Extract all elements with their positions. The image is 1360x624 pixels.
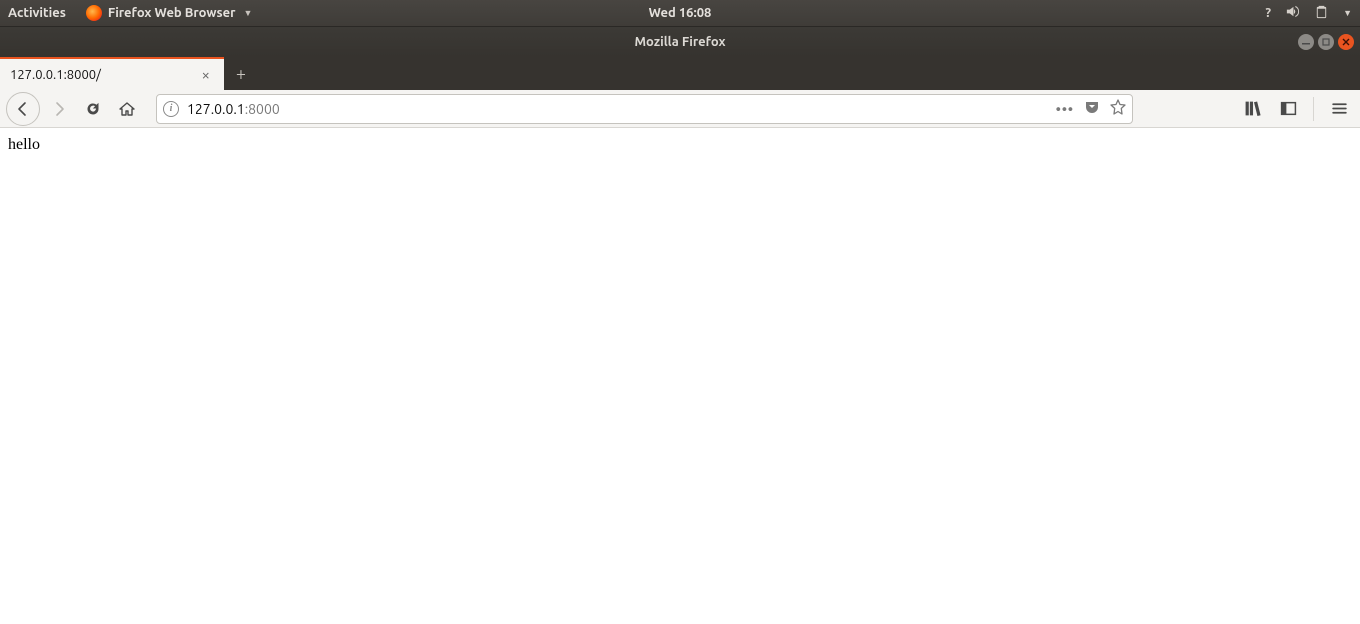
activities-button[interactable]: Activities: [8, 6, 66, 20]
bookmark-star-icon[interactable]: [1110, 99, 1126, 118]
volume-icon[interactable]: [1285, 4, 1300, 22]
clock[interactable]: Wed 16:08: [649, 6, 712, 20]
close-button[interactable]: [1338, 34, 1354, 50]
pocket-icon[interactable]: [1084, 99, 1100, 118]
url-bar[interactable]: i 127.0.0.1:8000 •••: [156, 94, 1133, 124]
maximize-button[interactable]: [1318, 34, 1334, 50]
library-button[interactable]: [1237, 94, 1267, 124]
app-menu[interactable]: Firefox Web Browser ▼: [80, 3, 259, 23]
help-icon[interactable]: ?: [1265, 6, 1271, 20]
chevron-down-icon: ▼: [244, 8, 253, 18]
page-body-text: hello: [8, 136, 40, 153]
browser-tab[interactable]: 127.0.0.1:8000/ ×: [0, 57, 224, 90]
tab-bar: 127.0.0.1:8000/ × +: [0, 56, 1360, 90]
url-host: 127.0.0.1: [187, 101, 245, 117]
toolbar-separator: [1313, 97, 1314, 121]
back-button[interactable]: [6, 92, 40, 126]
tab-label: 127.0.0.1:8000/: [10, 68, 101, 82]
url-text: 127.0.0.1:8000: [187, 101, 280, 117]
home-button[interactable]: [112, 94, 142, 124]
window-title: Mozilla Firefox: [634, 35, 725, 49]
firefox-icon: [86, 5, 102, 21]
minimize-button[interactable]: [1298, 34, 1314, 50]
battery-icon[interactable]: [1314, 4, 1329, 22]
info-icon[interactable]: i: [163, 101, 179, 117]
close-tab-icon[interactable]: ×: [198, 67, 214, 82]
sidebar-button[interactable]: [1273, 94, 1303, 124]
navigation-toolbar: i 127.0.0.1:8000 •••: [0, 90, 1360, 128]
new-tab-button[interactable]: +: [224, 57, 258, 90]
url-port: :8000: [245, 101, 280, 117]
gnome-top-bar: Activities Firefox Web Browser ▼ Wed 16:…: [0, 0, 1360, 27]
reload-button[interactable]: [78, 94, 108, 124]
hamburger-menu-button[interactable]: [1324, 94, 1354, 124]
app-menu-label: Firefox Web Browser: [108, 6, 236, 20]
system-menu-icon[interactable]: ▼: [1343, 8, 1352, 18]
page-actions-icon[interactable]: •••: [1056, 101, 1074, 117]
forward-button[interactable]: [44, 94, 74, 124]
page-content: hello: [0, 128, 1360, 162]
window-titlebar: Mozilla Firefox: [0, 27, 1360, 56]
